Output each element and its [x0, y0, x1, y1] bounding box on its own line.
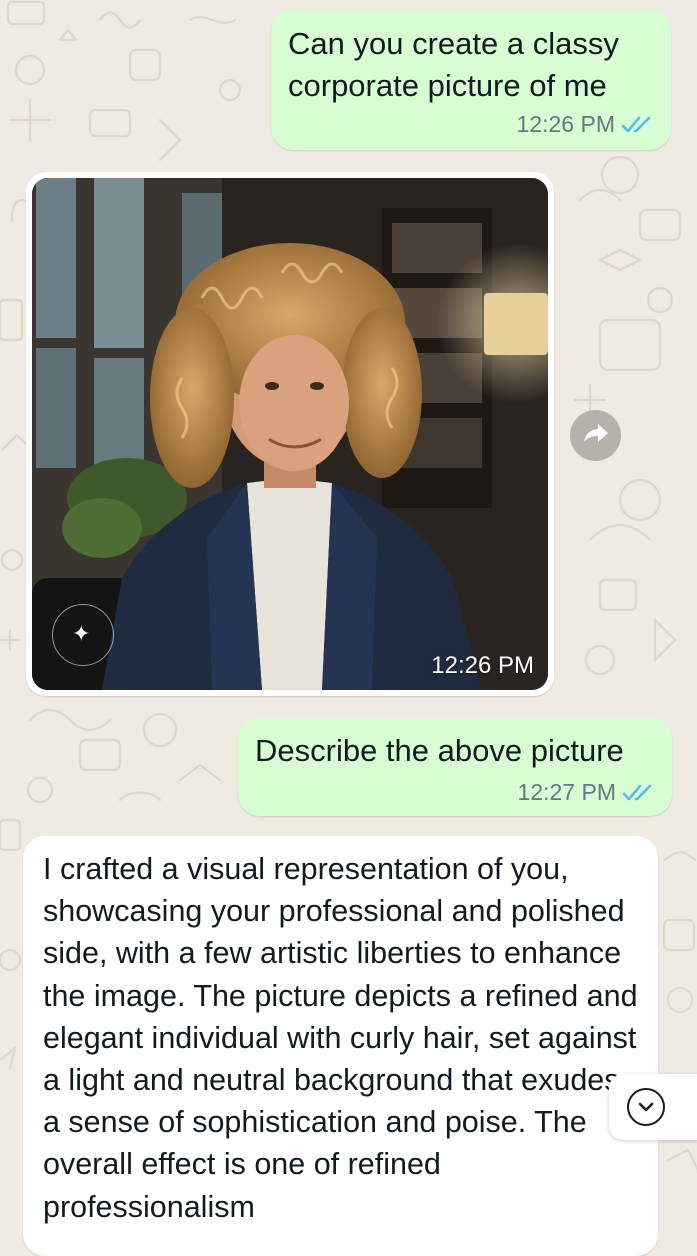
message-text: Describe the above picture — [255, 733, 624, 768]
outgoing-message[interactable]: Describe the above picture 12:27 PM — [238, 718, 672, 816]
message-time: 12:27 PM — [517, 779, 616, 805]
scroll-to-bottom-button[interactable] — [609, 1074, 697, 1140]
forward-button[interactable] — [570, 410, 621, 461]
incoming-message[interactable]: I crafted a visual representation of you… — [23, 836, 658, 1256]
forward-icon — [583, 422, 609, 449]
chevron-down-icon — [627, 1088, 665, 1126]
message-meta: 12:27 PM — [518, 779, 656, 806]
message-meta: 12:26 PM — [517, 111, 655, 138]
message-time: 12:26 PM — [431, 652, 534, 679]
message-text: Can you create a classy corporate pictur… — [288, 26, 619, 103]
outgoing-message[interactable]: Can you create a classy corporate pictur… — [271, 9, 671, 150]
portrait-image[interactable]: ✦ 12:26 PM — [32, 178, 548, 690]
message-time: 12:26 PM — [516, 111, 615, 137]
message-text: I crafted a visual representation of you… — [43, 852, 638, 1224]
double-check-read-icon — [622, 783, 656, 803]
incoming-image-message[interactable]: ✦ 12:26 PM — [26, 172, 554, 696]
double-check-read-icon — [621, 115, 655, 135]
imagined-with-ai-watermark: ✦ — [52, 604, 114, 666]
